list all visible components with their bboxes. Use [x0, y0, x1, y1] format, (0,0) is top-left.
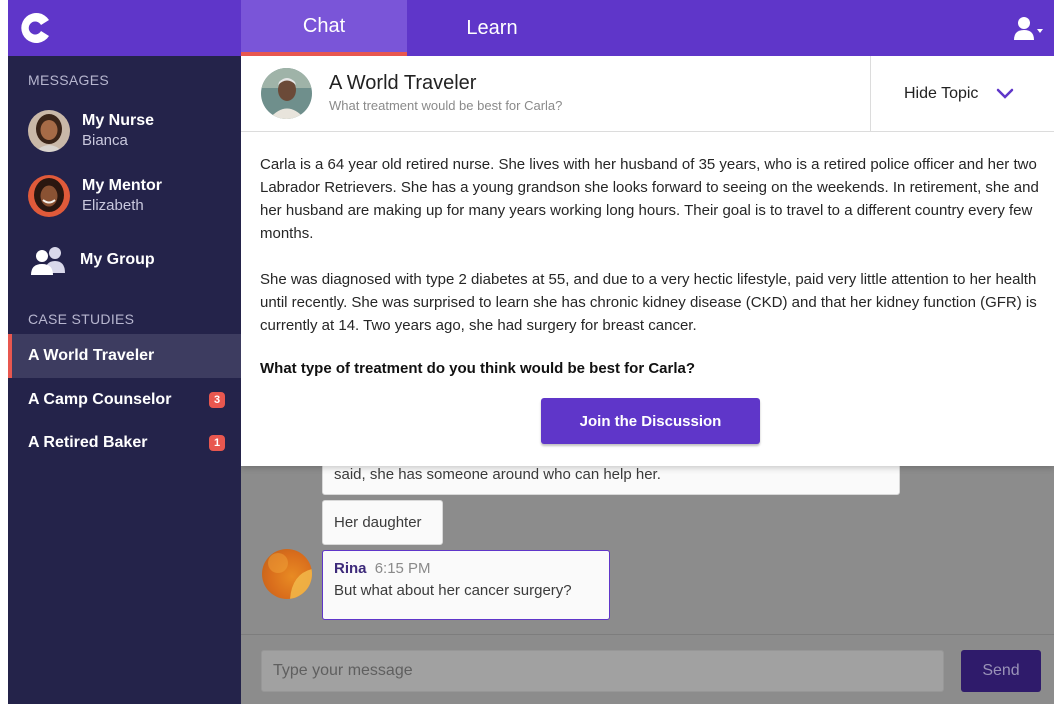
hide-topic-label: Hide Topic — [904, 85, 979, 102]
topic-avatar — [261, 68, 312, 119]
sidebar-item-world-traveler[interactable]: A World Traveler — [8, 334, 241, 378]
sidebar-item-my-mentor[interactable]: My Mentor Elizabeth — [8, 167, 241, 225]
sidebar-item-label: A Camp Counselor — [28, 391, 172, 408]
rina-avatar — [262, 549, 312, 599]
chat-message-text: But what about her cancer surgery? — [334, 582, 572, 599]
mentor-avatar — [28, 175, 70, 217]
unread-badge: 1 — [209, 435, 225, 451]
nurse-avatar — [28, 110, 70, 152]
message-input[interactable] — [261, 650, 944, 692]
chat-message-text: Her daughter — [334, 514, 422, 531]
sidebar-item-label: A World Traveler — [28, 347, 155, 364]
sidebar-item-label: My Group — [80, 251, 155, 268]
chat-message-text: said, she has someone around who can hel… — [334, 466, 661, 483]
user-icon — [1014, 17, 1043, 40]
sidebar-item-my-nurse[interactable]: My Nurse Bianca — [8, 102, 241, 160]
topic-paragraph: She was diagnosed with type 2 diabetes a… — [260, 271, 1037, 334]
user-menu-button[interactable] — [1014, 14, 1044, 42]
messages-section-label: MESSAGES — [28, 72, 109, 88]
topic-title: A World Traveler — [329, 72, 477, 94]
chat-message: Rina 6:15 PM But what about her cancer s… — [322, 550, 610, 620]
sidebar-item-sub: Bianca — [82, 132, 128, 149]
message-time: 6:15 PM — [374, 560, 431, 577]
message-input-bar: Send — [241, 634, 1054, 704]
app: MESSAGES My Nurse Bianca My Mentor Eliza… — [0, 0, 1054, 704]
topic-question: What type of treatment do you think woul… — [260, 360, 696, 377]
tab-learn[interactable]: Learn — [407, 0, 577, 56]
chat-message: Her daughter — [322, 500, 443, 545]
sidebar-item-retired-baker[interactable]: A Retired Baker 1 — [8, 421, 241, 465]
sidebar-item-name: My Nurse — [82, 112, 155, 129]
topic-header: A World Traveler What treatment would be… — [241, 56, 1054, 132]
message-author: Rina — [334, 560, 367, 577]
sidebar-item-label: A Retired Baker — [28, 434, 148, 451]
case-studies-section-label: CASE STUDIES — [28, 311, 135, 327]
logo[interactable] — [8, 0, 241, 56]
logo-icon — [21, 13, 49, 43]
topic-paragraph: Carla is a 64 year old retired nurse. Sh… — [260, 156, 1039, 242]
topic-subtitle: What treatment would be best for Carla? — [329, 98, 563, 113]
topic-panel: A World Traveler What treatment would be… — [241, 56, 1054, 466]
sidebar-item-sub: Elizabeth — [82, 197, 144, 214]
sidebar-item-name: My Mentor — [82, 177, 162, 194]
chevron-down-icon — [997, 88, 1014, 99]
sidebar: MESSAGES My Nurse Bianca My Mentor Eliza… — [8, 0, 241, 704]
join-discussion-button[interactable]: Join the Discussion — [541, 398, 760, 444]
main-area: said, she has someone around who can hel… — [241, 56, 1054, 704]
sidebar-item-my-group[interactable]: My Group — [8, 240, 241, 280]
sidebar-item-camp-counselor[interactable]: A Camp Counselor 3 — [8, 378, 241, 422]
send-button[interactable]: Send — [961, 650, 1041, 692]
hide-topic-button[interactable]: Hide Topic — [870, 56, 1054, 132]
tab-chat[interactable]: Chat — [241, 0, 407, 56]
group-icon — [31, 247, 65, 275]
topic-body: Carla is a 64 year old retired nurse. Sh… — [260, 153, 1046, 360]
top-bar: Chat Learn — [241, 0, 1054, 56]
unread-badge: 3 — [209, 392, 225, 408]
